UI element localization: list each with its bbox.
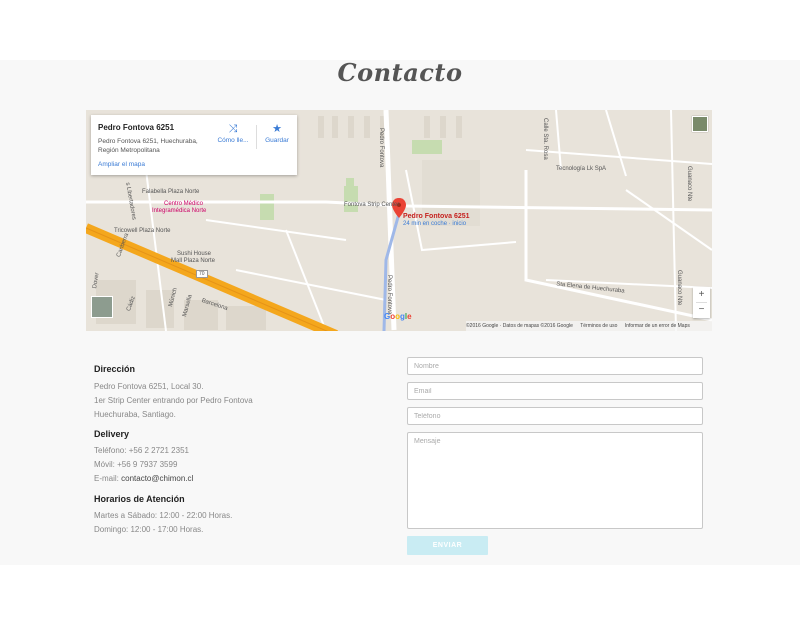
map-label: Pedro Fontova [386, 275, 392, 315]
save-place-button[interactable]: ★ Guardar [257, 123, 297, 144]
mobile-number: Móvil: +56 9 7937 3599 [94, 460, 178, 469]
message-textarea[interactable] [407, 432, 703, 529]
email-label: E-mail: [94, 474, 122, 483]
save-label: Guardar [265, 137, 289, 144]
map-label: Guanaco Nte [686, 166, 692, 202]
hours-text: Martes a Sábado: 12:00 - 22:00 Horas. Do… [94, 509, 232, 537]
address-line: Región Metropolitana [98, 147, 160, 154]
zoom-in-button[interactable]: + [693, 287, 710, 302]
map-copyright: ©2016 Google · Datos de mapas ©2016 Goog… [466, 323, 573, 329]
directions-label: Cómo lle... [217, 137, 249, 144]
map-label: Tricowell Plaza Norte [114, 228, 171, 234]
address-text: Pedro Fontova 6251, Local 30. 1er Strip … [94, 380, 253, 422]
place-name: Pedro Fontova 6251 [98, 123, 175, 132]
hours-sunday: Domingo: 12:00 - 17:00 Horas. [94, 525, 204, 534]
map-label: Guanaco Nte [676, 270, 682, 306]
map-label: Tecnología Lk SpA [556, 166, 607, 172]
map-attribution: ©2016 Google · Datos de mapas ©2016 Goog… [466, 321, 712, 331]
terms-link[interactable]: Términos de uso [580, 323, 617, 329]
pin-sublabel[interactable]: 24 min en coche · inicio [403, 221, 466, 227]
map-label: Integramédica Norte [152, 208, 207, 214]
enlarge-map-link[interactable]: Ampliar el mapa [98, 161, 145, 168]
map-label: Fontova Strip Center [344, 202, 400, 208]
zoom-control: + − [693, 287, 710, 318]
address-heading: Dirección [94, 364, 136, 374]
hours-weekdays: Martes a Sábado: 12:00 - 22:00 Horas. [94, 511, 233, 520]
park-area [344, 186, 358, 212]
address-line: Huechuraba, Santiago. [94, 410, 176, 419]
residential-blocks [96, 280, 266, 330]
star-icon: ★ [272, 123, 282, 135]
map-label: Mall Plaza Norte [171, 258, 216, 264]
name-input[interactable] [407, 357, 703, 375]
park-area [346, 178, 354, 188]
map-label: Centro Médico [164, 201, 204, 207]
page-title: Contacto [337, 58, 463, 87]
park-area [260, 194, 274, 220]
directions-button[interactable]: ⤨ Cómo lle... [213, 123, 253, 144]
address-line: Pedro Fontova 6251, Huechuraba, [98, 138, 198, 145]
map-embed[interactable]: Falabella Plaza Norte Centro Médico Inte… [86, 110, 712, 331]
address-line: Pedro Fontova 6251, Local 30. [94, 382, 204, 391]
delivery-heading: Delivery [94, 429, 130, 439]
route-shield: 70 [196, 270, 208, 278]
email-input[interactable] [407, 382, 703, 400]
phone-number: Teléfono: +56 2 2721 2351 [94, 446, 189, 455]
map-label: Pedro Fontova [378, 128, 384, 168]
map-label: Falabella Plaza Norte [142, 189, 200, 195]
send-button[interactable]: ENVIAR [407, 536, 488, 555]
street-view-thumbnail[interactable] [91, 296, 113, 318]
hours-heading: Horarios de Atención [94, 494, 185, 504]
email-link[interactable]: contacto@chimon.cl [121, 474, 193, 483]
park-area [412, 140, 442, 154]
email-line: E-mail: contacto@chimon.cl [94, 472, 193, 486]
divider [696, 302, 707, 303]
address-line: 1er Strip Center entrando por Pedro Font… [94, 396, 253, 405]
map-label: Sushi House [177, 251, 212, 257]
account-avatar-icon[interactable] [692, 116, 708, 132]
place-address: Pedro Fontova 6251, Huechuraba, Región M… [98, 137, 218, 155]
delivery-text: Teléfono: +56 2 2721 2351 Móvil: +56 9 7… [94, 444, 193, 486]
google-logo: Google [384, 312, 412, 321]
phone-input[interactable] [407, 407, 703, 425]
map-info-card: Pedro Fontova 6251 Pedro Fontova 6251, H… [91, 115, 297, 175]
map-label: Calle Sta. Rosa [542, 118, 548, 160]
pin-label: Pedro Fontova 6251 [403, 213, 470, 220]
directions-icon: ⤨ [228, 123, 238, 135]
report-error-link[interactable]: Informar de un error de Maps [625, 323, 690, 329]
zoom-out-button[interactable]: − [693, 302, 710, 317]
